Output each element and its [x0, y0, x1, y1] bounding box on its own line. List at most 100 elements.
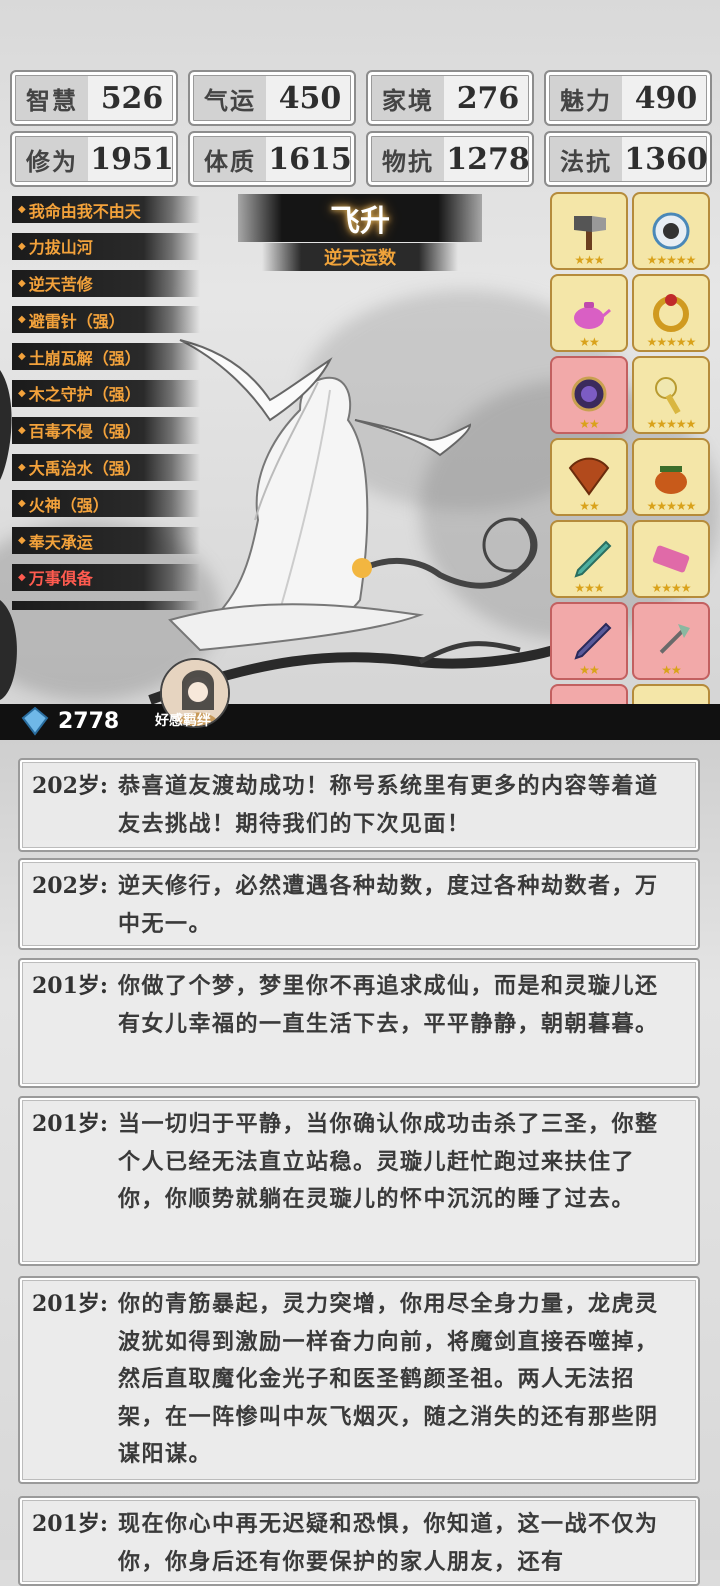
- stat-label: 魅力: [550, 76, 622, 120]
- diamond-icon: ◆: [18, 498, 26, 510]
- skill-item[interactable]: ◆ 避雷针（强）: [12, 306, 200, 334]
- ascension-subtitle: 逆天运数: [262, 243, 458, 271]
- stat-cultivation: 修为 1951: [10, 131, 178, 187]
- skill-item[interactable]: ◆: [12, 600, 200, 610]
- crane-right: [354, 419, 472, 457]
- diamond-icon: ◆: [18, 314, 26, 326]
- ascension-title: 飞升: [238, 194, 482, 242]
- diamond-icon: ◆: [18, 424, 26, 436]
- stat-value: 1360: [624, 141, 708, 177]
- item-slot[interactable]: ★★★: [550, 520, 628, 598]
- skill-item[interactable]: ◆ 逆天苦修: [12, 269, 200, 297]
- cauldron-icon: [655, 466, 687, 494]
- skill-label: 力拔山河: [28, 238, 93, 258]
- item-slot[interactable]: ★★: [550, 274, 628, 352]
- stat-label: 物抗: [372, 137, 444, 181]
- dragon-flame: [352, 558, 372, 578]
- diamond-icon: ◆: [18, 571, 26, 583]
- stat-wisdom: 智慧 526: [10, 70, 178, 126]
- teapot-icon: [574, 302, 611, 329]
- diamond-icon: ◆: [18, 609, 26, 610]
- star-rating: ★★★★: [651, 581, 691, 595]
- item-slot[interactable]: ★★: [550, 602, 628, 680]
- skill-list[interactable]: ◆ 我命由我不由天 ◆ 力拔山河 ◆ 逆天苦修 ◆ 避雷针（强） ◆ 土崩瓦解（强） ◆ 木…: [12, 196, 200, 610]
- log-age: 201岁:: [32, 1111, 109, 1137]
- ink-splash: [0, 600, 17, 700]
- item-slot[interactable]: ★★★: [550, 192, 628, 270]
- skill-label: 奉天承运: [28, 532, 93, 552]
- skill-label: 我命由我不由天: [28, 201, 141, 221]
- star-rating: ★★★★★: [646, 335, 697, 349]
- crystal-icon: [21, 706, 49, 736]
- currency-display[interactable]: 2778: [20, 706, 119, 736]
- item-slot[interactable]: ★★★★★: [632, 356, 710, 434]
- skill-label: 百毒不侵（强）: [28, 422, 141, 442]
- log-age: 202岁:: [32, 873, 109, 899]
- event-log[interactable]: 202岁: 恭喜道友渡劫成功！称号系统里有更多的内容等着道友去挑战！期待我们的下次…: [0, 740, 720, 1586]
- log-entry: 202岁: 逆天修行，必然遭遇各种劫数，度过各种劫数者，万中无一。: [18, 858, 700, 950]
- log-age: 202岁:: [32, 773, 109, 799]
- star-rating: ★★: [579, 663, 600, 677]
- star-rating: ★★★★★: [646, 499, 697, 513]
- log-entry: 201岁: 现在你心中再无迟疑和恐惧，你知道，这一战不仅为你，你身后还有你要保护的…: [18, 1496, 700, 1586]
- stat-label: 体质: [194, 137, 266, 181]
- currency-amount: 2778: [58, 708, 120, 734]
- star-rating: ★★: [579, 499, 600, 513]
- stat-luck: 气运 450: [188, 70, 356, 126]
- stat-label: 智慧: [16, 76, 88, 120]
- stat-label: 法抗: [550, 137, 622, 181]
- log-text: 现在你心中再无迟疑和恐惧，你知道，这一战不仅为你，你身后还有你要保护的家人朋友，…: [118, 1511, 659, 1575]
- companion-label[interactable]: 好感羁绊: [155, 710, 211, 730]
- halberd-icon: [659, 624, 690, 654]
- diamond-icon: ◆: [18, 204, 26, 215]
- stat-value: 490: [634, 80, 698, 116]
- skill-label: 避雷针（强）: [28, 311, 125, 331]
- equipment-grid: ★★★ ★★★★★ ★★ ★★★★★ ★★ ★★★★★ ★★ ★★★★★ ★★★…: [550, 192, 710, 740]
- ascension-title-text: 飞升: [330, 204, 390, 239]
- stat-charm: 魅力 490: [544, 70, 712, 126]
- skill-label: 万事俱备: [28, 569, 93, 589]
- item-slot[interactable]: ★★★★★: [632, 274, 710, 352]
- log-age: 201岁:: [32, 1291, 109, 1317]
- ring-icon: [653, 294, 689, 332]
- skill-item[interactable]: ◆ 木之守护（强）: [12, 379, 200, 407]
- skill-label: 火神（强）: [28, 495, 109, 515]
- skill-item[interactable]: ◆ 万事俱备: [12, 563, 200, 591]
- item-slot[interactable]: ★★: [632, 602, 710, 680]
- diamond-icon: ◆: [18, 240, 26, 252]
- item-slot[interactable]: ★★★★★: [632, 438, 710, 516]
- item-slot[interactable]: ★★★★★: [632, 192, 710, 270]
- item-slot[interactable]: ★★★★: [632, 520, 710, 598]
- stat-value: 1951: [90, 141, 174, 177]
- star-rating: ★★★: [574, 581, 604, 595]
- dragon-head: [482, 517, 538, 573]
- crane-mount: [168, 603, 424, 652]
- stat-label: 修为: [16, 137, 88, 181]
- star-rating: ★★★: [574, 253, 604, 267]
- skill-item[interactable]: ◆ 百毒不侵（强）: [12, 416, 200, 444]
- axe-icon: [574, 216, 606, 250]
- diamond-icon: ◆: [18, 535, 26, 547]
- stat-label: 家境: [372, 76, 444, 120]
- skill-label: 大禹治水（强）: [28, 459, 141, 479]
- stat-constitution: 体质 1615: [188, 131, 356, 187]
- log-age: 201岁:: [32, 973, 109, 999]
- fan-icon: [568, 457, 610, 496]
- star-rating: ★★★★★: [646, 417, 697, 431]
- skill-item[interactable]: ◆ 大禹治水（强）: [12, 453, 200, 481]
- stat-value: 276: [456, 80, 520, 116]
- skill-item[interactable]: ◆ 火神（强）: [12, 490, 200, 518]
- ink-splash: [0, 370, 12, 480]
- stat-value: 450: [278, 80, 342, 116]
- skill-item[interactable]: ◆ 土崩瓦解（强）: [12, 343, 200, 371]
- jade-sword-icon: [574, 540, 612, 578]
- skill-item[interactable]: ◆ 奉天承运: [12, 527, 200, 555]
- skill-label: 木之守护（强）: [28, 385, 141, 405]
- mirror-icon: [571, 376, 607, 412]
- diamond-icon: ◆: [18, 277, 26, 289]
- log-age: 201岁:: [32, 1511, 109, 1537]
- skill-item[interactable]: ◆ 力拔山河: [12, 232, 200, 260]
- item-slot[interactable]: ★★: [550, 356, 628, 434]
- skill-item[interactable]: ◆ 我命由我不由天: [12, 196, 200, 223]
- item-slot[interactable]: ★★: [550, 438, 628, 516]
